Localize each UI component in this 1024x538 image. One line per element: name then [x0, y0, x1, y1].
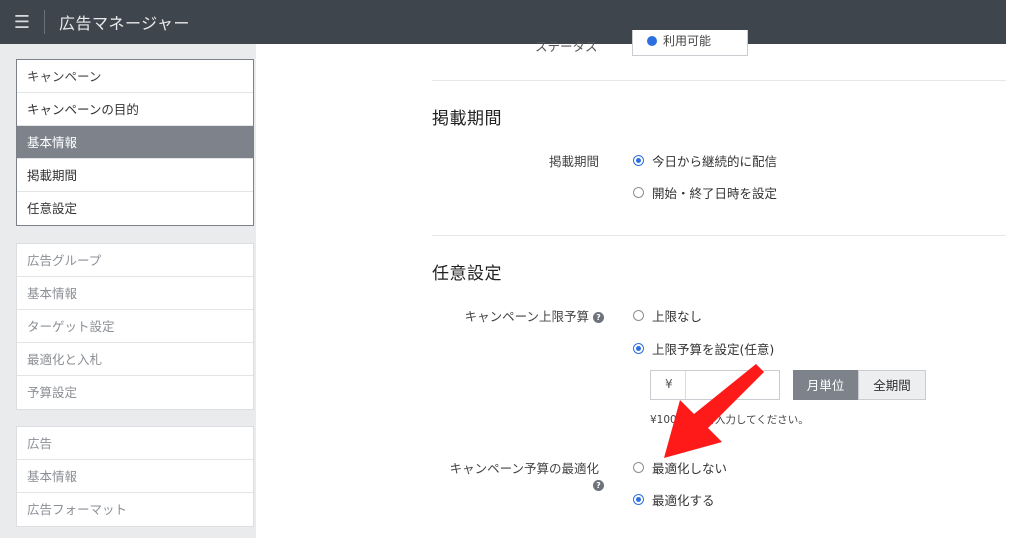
radio-budget-limit[interactable]: 上限予算を設定(任意) [633, 339, 774, 358]
nav-item-campaign-basic-info[interactable]: 基本情報 [17, 126, 253, 159]
budget-field-label: キャンペーン上限予算 ? [465, 306, 604, 325]
nav-group-ad: 広告 基本情報 広告フォーマット [16, 426, 254, 527]
segment-full-period-button[interactable]: 全期間 [858, 370, 926, 400]
nav-item-adgroup-optimization[interactable]: 最適化と入札 [17, 343, 253, 376]
radio-optimize-on[interactable]: 最適化する [633, 490, 715, 509]
radio-period-continuous[interactable]: 今日から継続的に配信 [633, 151, 777, 170]
top-bar: ☰ 広告マネージャー [0, 0, 1006, 44]
radio-label: 今日から継続的に配信 [652, 154, 778, 169]
nav-header-campaign[interactable]: キャンペーン [17, 60, 253, 93]
nav-item-campaign-objective[interactable]: キャンペーンの目的 [17, 93, 253, 126]
radio-unchecked-icon [633, 462, 644, 473]
radio-checked-icon [633, 494, 644, 505]
status-value: 利用可能 [663, 34, 712, 48]
optimize-field-label: キャンペーン予算の最適化 [449, 461, 599, 476]
radio-label: 最適化する [652, 493, 715, 508]
header-divider [44, 10, 45, 34]
radio-budget-unlimited[interactable]: 上限なし [633, 306, 702, 325]
nav-group-ad-group: 広告グループ 基本情報 ターゲット設定 最適化と入札 予算設定 [16, 243, 254, 410]
nav-item-campaign-optional[interactable]: 任意設定 [17, 192, 253, 225]
nav-item-adgroup-targeting[interactable]: ターゲット設定 [17, 310, 253, 343]
nav-item-campaign-period[interactable]: 掲載期間 [17, 159, 253, 192]
radio-label: 上限予算を設定(任意) [652, 342, 775, 357]
section-title-optional: 任意設定 [432, 264, 502, 284]
nav-item-adgroup-budget[interactable]: 予算設定 [17, 376, 253, 409]
budget-label-text: キャンペーン上限予算 [464, 309, 590, 324]
red-arrow-annotation [664, 364, 764, 458]
status-select[interactable]: 利用可能 [632, 30, 748, 56]
main-content: ステータス 利用可能 掲載期間 掲載期間 今日から継続的に配信 開始・終了日時を… [256, 30, 1006, 538]
section-divider [432, 235, 1006, 236]
status-dot-icon [647, 36, 657, 46]
app-title: 広告マネージャー [59, 14, 190, 33]
nav-group-campaign: キャンペーン キャンペーンの目的 基本情報 掲載期間 任意設定 [16, 59, 254, 226]
period-field-label: 掲載期間 [548, 154, 599, 169]
arrow-shape [664, 364, 764, 458]
nav-header-ad[interactable]: 広告 [17, 427, 253, 460]
radio-checked-icon [633, 343, 644, 354]
radio-label: 上限なし [652, 309, 703, 324]
sidebar: キャンペーン キャンペーンの目的 基本情報 掲載期間 任意設定 広告グループ 基… [0, 44, 256, 538]
radio-unchecked-icon [633, 310, 644, 321]
section-title-period: 掲載期間 [432, 109, 502, 129]
menu-icon[interactable]: ☰ [0, 0, 44, 44]
nav-item-ad-basic-info[interactable]: 基本情報 [17, 460, 253, 493]
status-label: ステータス [535, 39, 598, 54]
segment-monthly-button[interactable]: 月単位 [793, 370, 858, 400]
nav-header-ad-group[interactable]: 広告グループ [17, 244, 253, 277]
radio-unchecked-icon [633, 187, 644, 198]
status-row: ステータス 利用可能 [432, 30, 1006, 81]
radio-checked-icon [633, 155, 644, 166]
nav-item-adgroup-basic-info[interactable]: 基本情報 [17, 277, 253, 310]
nav-item-ad-format[interactable]: 広告フォーマット [17, 493, 253, 526]
help-icon[interactable]: ? [593, 480, 604, 491]
radio-period-custom[interactable]: 開始・終了日時を設定 [633, 183, 777, 202]
radio-label: 開始・終了日時を設定 [652, 186, 778, 201]
help-icon[interactable]: ? [593, 312, 604, 323]
